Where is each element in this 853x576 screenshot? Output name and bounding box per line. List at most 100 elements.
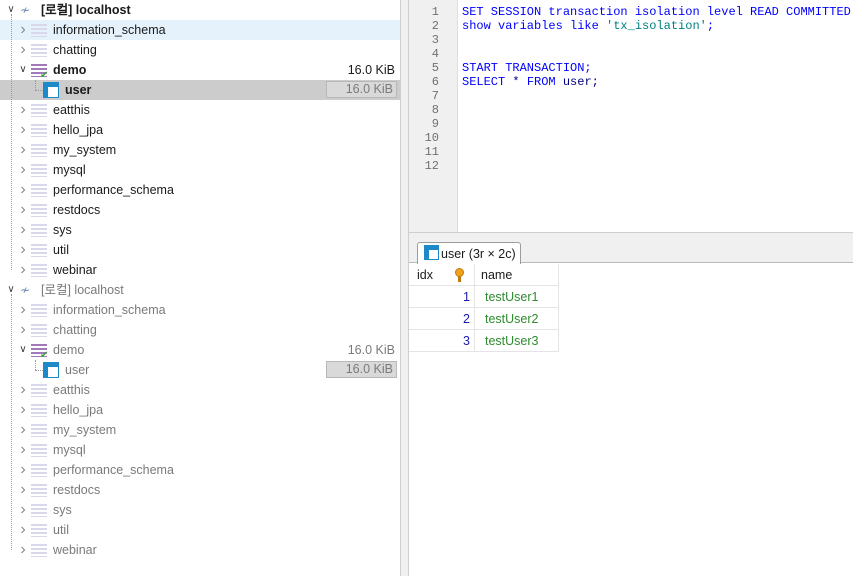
cell-idx[interactable]: 2 (409, 308, 475, 330)
cell-name[interactable]: testUser1 (475, 286, 559, 308)
database-tree-panel: ∨ ≁ [로컬] localhost › information_schema › chat… (0, 0, 400, 576)
database-name: performance_schema (53, 183, 174, 197)
table-row-item[interactable]: user 16.0 KiB (0, 80, 400, 100)
tree-guide-line (35, 80, 36, 90)
database-row[interactable]: › hello_jpa (0, 120, 400, 140)
chevron-right-icon[interactable]: › (17, 380, 29, 400)
database-row[interactable]: › restdocs (0, 480, 400, 500)
column-header-idx[interactable]: idx (409, 264, 475, 286)
database-row[interactable]: › webinar (0, 540, 400, 560)
database-row[interactable]: › sys (0, 500, 400, 520)
database-icon (31, 323, 47, 337)
database-icon (31, 163, 47, 177)
code-line[interactable]: SET SESSION transaction isolation level … (462, 5, 853, 19)
chevron-right-icon[interactable]: › (17, 400, 29, 420)
server-row[interactable]: ∨ ≁ [로컬] localhost (0, 0, 400, 20)
result-tab-label: user (3r × 2c) (441, 247, 516, 261)
database-row[interactable]: › hello_jpa (0, 400, 400, 420)
table-row-item[interactable]: user 16.0 KiB (0, 360, 400, 380)
database-icon (31, 243, 47, 257)
chevron-right-icon[interactable]: › (17, 120, 29, 140)
database-icon (31, 503, 47, 517)
chevron-right-icon[interactable]: › (17, 480, 29, 500)
cell-idx[interactable]: 3 (409, 330, 475, 352)
database-name: mysql (53, 163, 86, 177)
chevron-right-icon[interactable]: › (17, 20, 29, 40)
chevron-right-icon[interactable]: › (17, 540, 29, 560)
chevron-right-icon[interactable]: › (17, 40, 29, 60)
database-row[interactable]: › information_schema (0, 20, 400, 40)
chevron-right-icon[interactable]: › (17, 500, 29, 520)
keyword-token: FROM (519, 75, 563, 89)
database-row[interactable]: › my_system (0, 420, 400, 440)
chevron-right-icon[interactable]: › (17, 160, 29, 180)
database-row[interactable]: › information_schema (0, 300, 400, 320)
chevron-right-icon[interactable]: › (17, 240, 29, 260)
database-row[interactable]: › chatting (0, 40, 400, 60)
code-line[interactable]: show variables like 'tx_isolation'; (462, 19, 714, 33)
cell-name[interactable]: testUser3 (475, 330, 559, 352)
line-number: 5 (431, 61, 439, 75)
line-number: 11 (424, 145, 439, 159)
database-name: restdocs (53, 483, 101, 497)
database-size: 16.0 KiB (347, 63, 395, 77)
chevron-right-icon[interactable]: › (17, 220, 29, 240)
database-name: demo (53, 343, 85, 357)
database-icon (31, 43, 47, 57)
code-line[interactable]: SELECT * FROM user; (462, 75, 599, 89)
panel-splitter[interactable] (400, 0, 409, 576)
chevron-down-icon[interactable]: ∨ (17, 60, 29, 80)
chevron-right-icon[interactable]: › (17, 140, 29, 160)
sql-editor[interactable]: 1 2 3 4 5 6 7 8 9 10 11 12 SET SESSION transaction … (409, 0, 853, 233)
database-name: chatting (53, 43, 97, 57)
chevron-right-icon[interactable]: › (17, 440, 29, 460)
database-row[interactable]: › sys (0, 220, 400, 240)
chevron-right-icon[interactable]: › (17, 260, 29, 280)
database-row[interactable]: › performance_schema (0, 460, 400, 480)
chevron-right-icon[interactable]: › (17, 300, 29, 320)
chevron-right-icon[interactable]: › (17, 100, 29, 120)
chevron-right-icon[interactable]: › (17, 180, 29, 200)
database-name: demo (53, 63, 87, 77)
tree-guide-line (35, 90, 43, 91)
chevron-right-icon[interactable]: › (17, 420, 29, 440)
database-name: chatting (53, 323, 97, 337)
chevron-down-icon[interactable]: ∨ (17, 340, 29, 360)
database-name: performance_schema (53, 463, 174, 477)
database-row[interactable]: › eatthis (0, 100, 400, 120)
cell-name[interactable]: testUser2 (475, 308, 559, 330)
tree-guide-line (11, 294, 12, 550)
database-row[interactable]: ∨ ✔ demo 16.0 KiB (0, 340, 400, 361)
keyword-token: ; (706, 19, 715, 33)
result-tab-user[interactable]: user (3r × 2c) (417, 242, 521, 264)
database-icon (31, 383, 47, 397)
database-row[interactable]: › chatting (0, 320, 400, 340)
database-row[interactable]: › performance_schema (0, 180, 400, 200)
database-row[interactable]: ∨ ✔ demo 16.0 KiB (0, 60, 400, 81)
chevron-right-icon[interactable]: › (17, 460, 29, 480)
chevron-right-icon[interactable]: › (17, 200, 29, 220)
server-row[interactable]: ∨ ≁ [로컬] localhost (0, 280, 400, 300)
database-row[interactable]: › webinar (0, 260, 400, 280)
database-row[interactable]: › util (0, 240, 400, 260)
chevron-right-icon[interactable]: › (17, 520, 29, 540)
database-row[interactable]: › restdocs (0, 200, 400, 220)
database-row[interactable]: › my_system (0, 140, 400, 160)
cell-idx[interactable]: 1 (409, 286, 475, 308)
database-icon (31, 463, 47, 477)
column-header-name[interactable]: name (475, 264, 559, 286)
server-connection-icon: ≁ (20, 3, 31, 17)
database-row[interactable]: › mysql (0, 440, 400, 460)
code-line[interactable]: START TRANSACTION; (462, 61, 592, 75)
line-number: 12 (424, 159, 439, 173)
keyword-token: SELECT (462, 75, 513, 89)
database-row[interactable]: › mysql (0, 160, 400, 180)
line-number: 7 (431, 89, 439, 103)
database-row[interactable]: › eatthis (0, 380, 400, 400)
database-name: util (53, 523, 69, 537)
table-size: 16.0 KiB (326, 81, 397, 98)
chevron-right-icon[interactable]: › (17, 320, 29, 340)
database-row[interactable]: › util (0, 520, 400, 540)
database-name: my_system (53, 423, 117, 437)
database-icon (31, 263, 47, 277)
